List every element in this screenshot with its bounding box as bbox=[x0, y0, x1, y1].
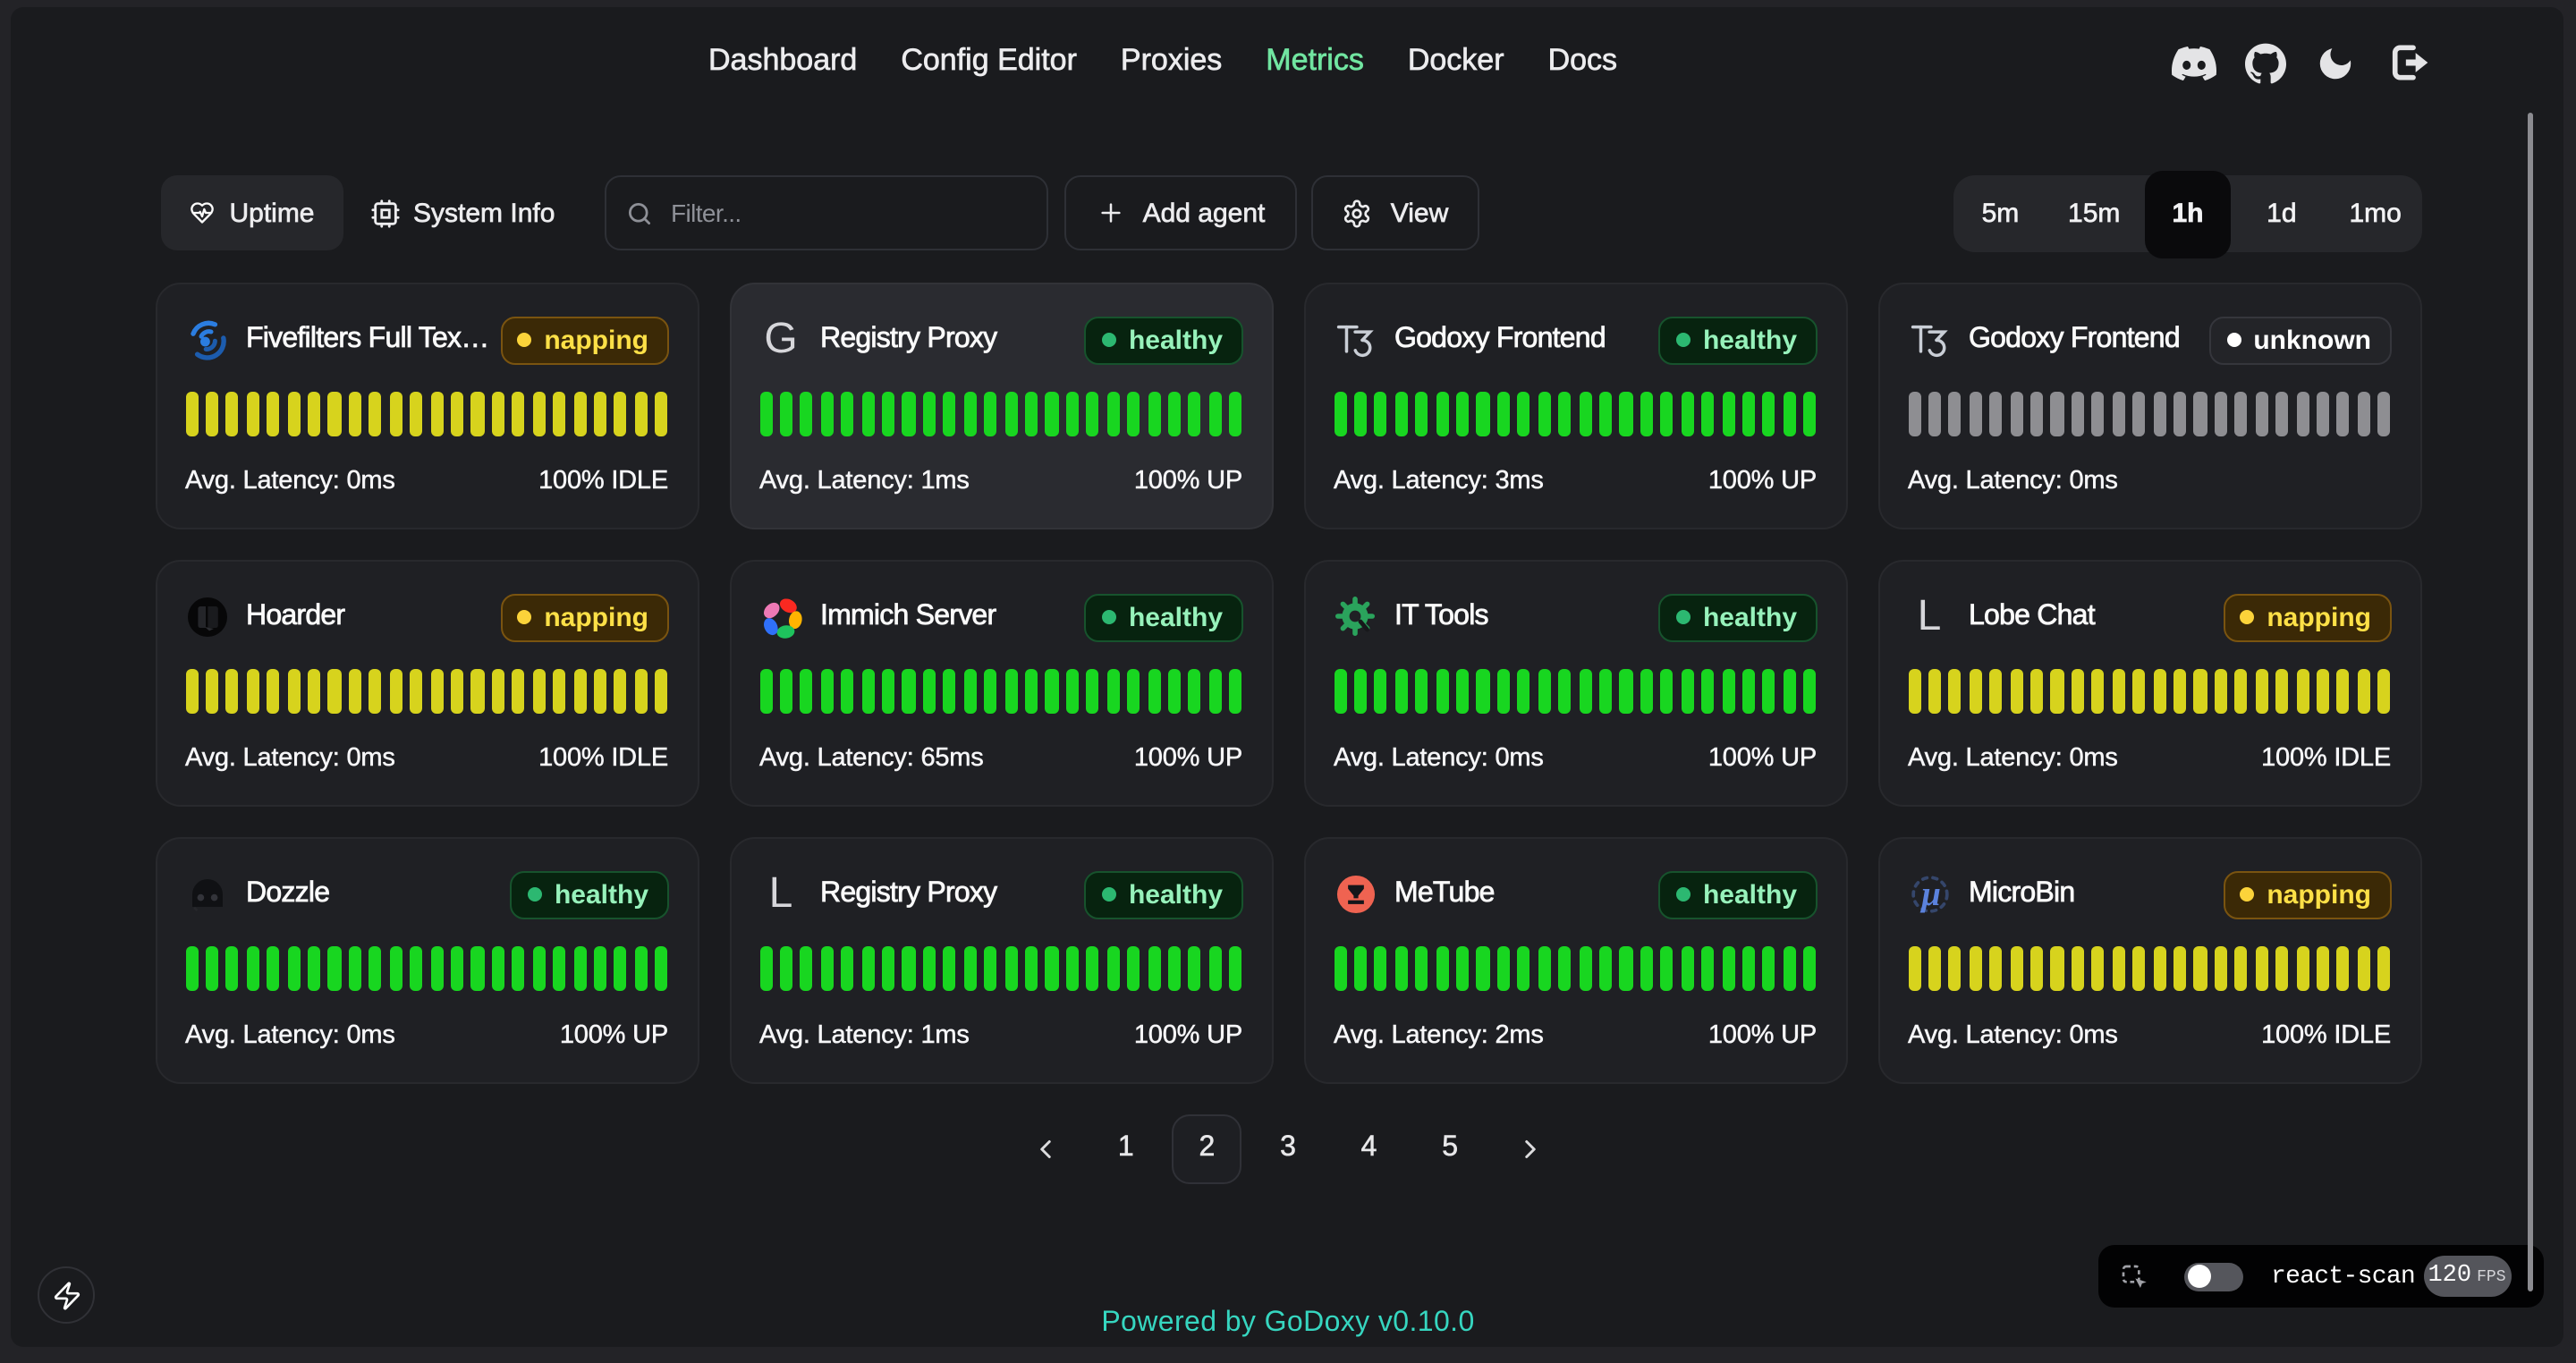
svg-text:µ: µ bbox=[1919, 875, 1940, 913]
